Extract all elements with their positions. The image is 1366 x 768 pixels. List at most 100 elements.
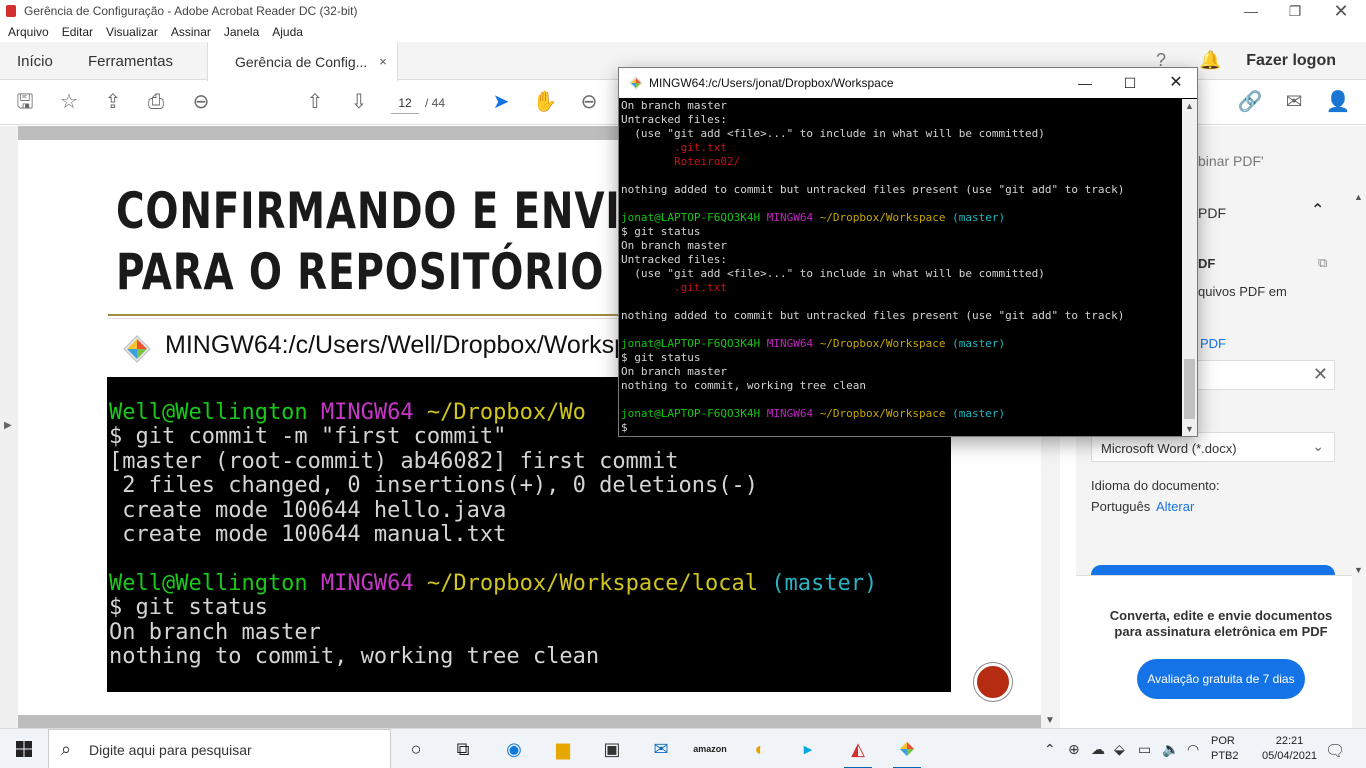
terminal-line: jonat@LAPTOP-F6QO3K4H MINGW64 ~/Dropbox/… bbox=[621, 407, 1182, 421]
screenshot-window-header: MINGW64:/c/Users/Well/Dropbox/Workspa bbox=[107, 318, 642, 376]
wifi-icon[interactable]: ◠ bbox=[1187, 741, 1199, 758]
star-icon[interactable]: ☆ bbox=[56, 89, 82, 115]
taskbar: ⌕ Digite aqui para pesquisar ○ ⧉ ◉ ▆ ▣ ✉… bbox=[0, 728, 1366, 768]
zoom-out-icon[interactable]: ⊖ bbox=[576, 89, 602, 115]
battery-icon[interactable]: ▭ bbox=[1138, 741, 1151, 758]
trial-button[interactable]: Avaliação gratuita de 7 dias bbox=[1137, 659, 1305, 699]
store-icon[interactable]: ▣ bbox=[592, 733, 632, 765]
terminal-text-segment: nothing added to commit but untracked fi… bbox=[621, 309, 1125, 322]
scroll-up-icon[interactable]: ▲ bbox=[1354, 192, 1363, 202]
terminal-text-segment: [master (root-commit) ab46082] first com… bbox=[109, 448, 679, 474]
copy-icon[interactable]: ⧉ bbox=[1318, 255, 1327, 271]
terminal-text-segment: ~/Dropbox/Workspace bbox=[819, 337, 953, 350]
keyboard-layout: PTB2 bbox=[1211, 750, 1239, 762]
menu-ajuda[interactable]: Ajuda bbox=[272, 25, 303, 39]
tab-inicio[interactable]: Início bbox=[17, 42, 53, 80]
tab-document-label: Gerência de Config... bbox=[235, 53, 368, 70]
terminal-text-segment: $ git status bbox=[621, 351, 701, 364]
screenshot-terminal-line: create mode 100644 hello.java bbox=[109, 498, 951, 523]
bell-icon[interactable]: 🔔 bbox=[1199, 50, 1221, 71]
start-button[interactable] bbox=[0, 729, 48, 768]
terminal-line: Roteiro02/ bbox=[621, 155, 1182, 169]
chevron-down-icon: ⌄ bbox=[1312, 438, 1324, 454]
edge-icon[interactable]: ◉ bbox=[494, 733, 534, 765]
email-icon[interactable]: ✉ bbox=[1281, 89, 1307, 115]
rp-search-text[interactable]: binar PDF' bbox=[1198, 153, 1264, 169]
add-user-icon[interactable]: 👤 bbox=[1325, 89, 1351, 115]
close-button[interactable]: ✕ bbox=[1318, 0, 1364, 22]
cortana-icon[interactable]: ○ bbox=[396, 733, 436, 765]
scroll-up-icon[interactable]: ▲ bbox=[1185, 101, 1194, 111]
file-explorer-icon[interactable]: ▆ bbox=[543, 733, 583, 765]
menu-janela[interactable]: Janela bbox=[224, 25, 259, 39]
right-panel-scrollbar[interactable]: ▲ ▼ bbox=[1352, 190, 1366, 575]
terminal-close-button[interactable]: ✕ bbox=[1153, 68, 1199, 98]
terminal-text-segment: ~/Dropbox/Workspace bbox=[819, 211, 953, 224]
terminal-scrollbar[interactable]: ▲ ▼ bbox=[1182, 99, 1197, 436]
menu-visualizar[interactable]: Visualizar bbox=[106, 25, 158, 39]
menu-editar[interactable]: Editar bbox=[62, 25, 93, 39]
close-tab-icon[interactable]: × bbox=[379, 54, 387, 69]
terminal-text-segment: Well@Wellington bbox=[109, 400, 321, 425]
upload-icon[interactable]: ⇪ bbox=[100, 89, 126, 115]
save-icon[interactable]: 🖫 bbox=[12, 89, 38, 115]
format-select-value: Microsoft Word (*.docx) bbox=[1101, 441, 1237, 456]
terminal-text-segment: (master) bbox=[952, 337, 1006, 350]
hand-tool-icon[interactable]: ✋ bbox=[532, 89, 558, 115]
mail-icon[interactable]: ✉ bbox=[641, 733, 681, 765]
terminal-text-segment: (use "git add <file>..." to include in w… bbox=[621, 267, 1045, 280]
terminal-text-segment: On branch master bbox=[621, 365, 727, 378]
print-icon[interactable]: ⎙ bbox=[143, 89, 169, 115]
minimize-button[interactable]: — bbox=[1228, 0, 1274, 22]
login-button[interactable]: Fazer logon bbox=[1246, 42, 1336, 80]
terminal-minimize-button[interactable]: — bbox=[1062, 68, 1108, 98]
cloud-icon[interactable]: ☁ bbox=[1091, 741, 1105, 758]
firefox-icon[interactable]: ◐ bbox=[740, 733, 780, 765]
search-placeholder: Digite aqui para pesquisar bbox=[89, 742, 252, 758]
tab-document[interactable]: Gerência de Config... × bbox=[207, 42, 398, 81]
notifications-icon[interactable]: 🗨 bbox=[1325, 741, 1345, 761]
language-change-link[interactable]: Alterar bbox=[1156, 499, 1194, 514]
scroll-down-icon[interactable]: ▼ bbox=[1354, 565, 1363, 575]
scroll-down-icon[interactable]: ▼ bbox=[1045, 715, 1055, 726]
terminal-text-segment: $ git status bbox=[109, 595, 268, 621]
expand-left-panel-icon[interactable]: ▶ bbox=[4, 420, 12, 431]
scroll-thumb[interactable] bbox=[1184, 359, 1195, 419]
terminal-line: On branch master bbox=[621, 99, 1182, 113]
scroll-down-icon[interactable]: ▼ bbox=[1185, 424, 1194, 434]
terminal-maximize-button[interactable]: ☐ bbox=[1107, 68, 1153, 98]
clock[interactable]: 22:21 05/04/2021 bbox=[1262, 734, 1317, 764]
prev-page-icon[interactable]: ⇧ bbox=[302, 89, 328, 115]
dropbox-icon[interactable]: ⬙ bbox=[1114, 741, 1125, 758]
link-icon[interactable]: 🔗 bbox=[1237, 89, 1263, 115]
terminal-output[interactable]: On branch master Untracked files: (use "g… bbox=[619, 99, 1182, 436]
next-page-icon[interactable]: ⇩ bbox=[346, 89, 372, 115]
menu-arquivo[interactable]: Arquivo bbox=[8, 25, 49, 39]
chevron-up-icon[interactable]: ⌃ bbox=[1311, 200, 1324, 220]
convert-button-partial[interactable] bbox=[1091, 565, 1335, 575]
task-view-icon[interactable]: ⧉ bbox=[443, 733, 483, 765]
taskbar-search[interactable]: ⌕ Digite aqui para pesquisar bbox=[48, 729, 391, 768]
terminal-titlebar[interactable]: MINGW64:/c/Users/jonat/Dropbox/Workspace… bbox=[619, 68, 1197, 98]
tray-app-icon[interactable]: ⊕ bbox=[1068, 741, 1080, 758]
select-cursor-icon[interactable]: ➤ bbox=[488, 89, 514, 115]
terminal-text-segment: Well@Wellington bbox=[109, 570, 321, 596]
rp-file-field[interactable]: ✕ bbox=[1190, 360, 1335, 390]
restore-button[interactable]: ❐ bbox=[1272, 0, 1318, 22]
amazon-icon[interactable]: amazon bbox=[690, 733, 730, 765]
terminal-window[interactable]: MINGW64:/c/Users/jonat/Dropbox/Workspace… bbox=[618, 67, 1198, 437]
menu-assinar[interactable]: Assinar bbox=[171, 25, 211, 39]
acrobat-taskbar-icon[interactable]: ◭ bbox=[838, 733, 878, 768]
terminal-text-segment: (master) bbox=[952, 407, 1006, 420]
tray-chevron-icon[interactable]: ⌃ bbox=[1044, 741, 1056, 758]
prime-video-icon[interactable]: ▶ bbox=[788, 733, 828, 765]
zoom-search-icon[interactable]: ⊖ bbox=[188, 89, 214, 115]
page-number-input[interactable] bbox=[391, 92, 419, 114]
volume-icon[interactable]: 🔈 bbox=[1162, 741, 1179, 758]
rp-pdf-link[interactable]: PDF bbox=[1200, 336, 1226, 351]
git-bash-taskbar-icon[interactable] bbox=[887, 733, 927, 768]
terminal-text-segment: (use "git add <file>..." to include in w… bbox=[621, 127, 1045, 140]
tab-ferramentas[interactable]: Ferramentas bbox=[88, 42, 173, 80]
clear-icon[interactable]: ✕ bbox=[1313, 364, 1328, 385]
input-language[interactable]: POR PTB2 bbox=[1211, 734, 1239, 764]
